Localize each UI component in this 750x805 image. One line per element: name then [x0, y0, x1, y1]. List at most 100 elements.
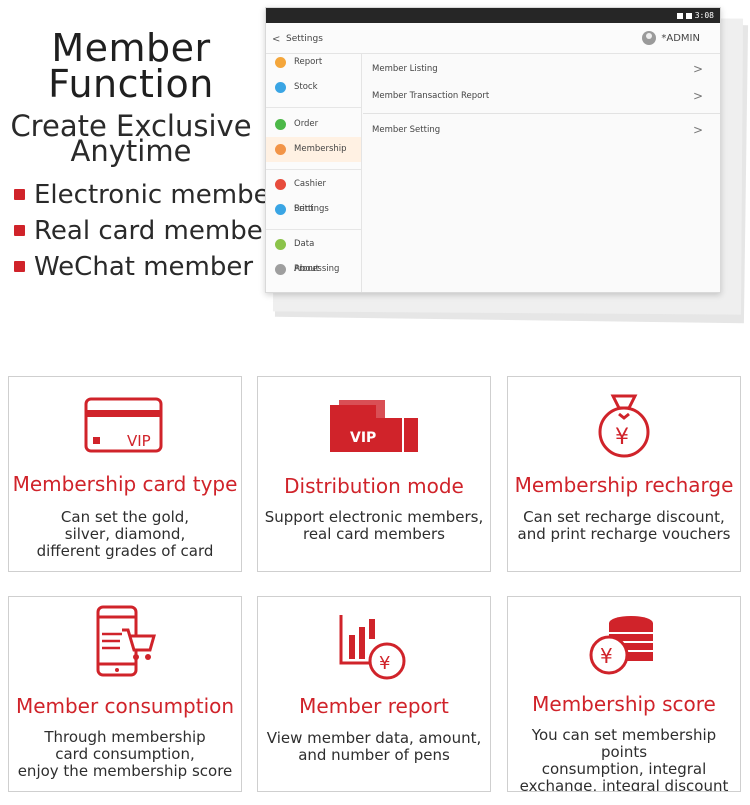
feature-item: Electronic member — [14, 177, 280, 213]
sidebar-item-label: Print — [294, 204, 314, 214]
card-desc-line: consumption, integral — [541, 760, 707, 778]
sidebar-item-label: Order — [294, 119, 319, 129]
vip-card-icon: VIP — [84, 397, 163, 453]
vip-label: VIP — [350, 430, 376, 446]
app-bar-title: Settings — [286, 34, 323, 44]
membership-icon — [275, 144, 286, 155]
sidebar-item-label: About — [294, 264, 320, 274]
card-title: Membership card type — [12, 472, 238, 496]
back-arrow-icon[interactable]: < — [272, 34, 280, 45]
card-description: View member data, amount, and number of … — [258, 730, 490, 764]
sidebar-item-report[interactable]: Report — [266, 50, 361, 75]
card-desc-line: enjoy the membership score — [17, 762, 233, 780]
settings-sidebar: Report Stock Order Membership Cashier Se… — [266, 54, 362, 292]
card-desc-line: exchange, integral discount — [519, 777, 729, 792]
card-desc-line: card consumption, — [55, 745, 195, 763]
sidebar-divider — [266, 100, 361, 108]
sidebar-divider — [266, 162, 361, 170]
status-bar: 3:08 — [266, 8, 720, 23]
card-description: Through membership card consumption, enj… — [9, 729, 241, 780]
card-desc-line: silver, diamond, — [64, 525, 186, 543]
stock-icon — [275, 82, 286, 93]
sidebar-item-about[interactable]: About — [266, 257, 361, 282]
feature-label: Electronic member — [34, 180, 281, 210]
yen-symbol: ¥ — [600, 644, 613, 668]
card-desc-line: Can set recharge discount, — [523, 508, 725, 526]
phone-cart-icon — [96, 605, 156, 677]
about-icon — [275, 264, 286, 275]
card-desc-line: You can set membership points — [531, 726, 717, 761]
yen-symbol: ¥ — [615, 425, 629, 450]
card-description: Can set recharge discount, and print rec… — [508, 509, 740, 543]
sidebar-item-stock[interactable]: Stock — [266, 75, 361, 100]
report-icon — [275, 57, 286, 68]
card-desc-line: View member data, amount, — [266, 729, 482, 747]
feature-list: Electronic member Real card member WeCha… — [0, 177, 280, 285]
feature-label: WeChat member — [34, 252, 254, 282]
status-time: 3:08 — [694, 11, 714, 20]
chevron-right-icon: > — [692, 62, 703, 76]
card-title: Member report — [299, 694, 449, 718]
user-avatar-icon — [642, 31, 657, 45]
promo-block: Member Function Create Exclusive Anytime… — [0, 26, 280, 285]
print-icon — [275, 204, 286, 215]
card-description: Support electronic members, real card me… — [258, 509, 490, 543]
card-desc-line: real card members — [302, 525, 445, 543]
row-member-transaction-report[interactable]: Member Transaction Report > — [363, 83, 720, 110]
order-icon — [275, 119, 286, 130]
promo-title: Member Function — [0, 26, 262, 106]
row-label: Member Setting — [372, 125, 441, 135]
content-divider — [363, 113, 720, 114]
bar-chart-coin-icon: ¥ — [339, 615, 406, 680]
settings-content: Member Listing > Member Transaction Repor… — [363, 54, 720, 292]
card-desc-line: and print recharge vouchers — [517, 525, 731, 543]
feature-card-score: ¥ Membership score You can set membershi… — [507, 596, 741, 792]
data-processing-icon — [275, 239, 286, 250]
feature-item: Real card member — [14, 213, 273, 249]
user-name: *ADMIN — [661, 33, 700, 44]
sidebar-item-label: Stock — [294, 82, 318, 92]
sidebar-divider — [266, 222, 361, 230]
feature-label: Real card member — [34, 216, 274, 246]
feature-card-card-type: VIP Membership card type Can set the gol… — [8, 376, 242, 572]
card-description: You can set membership points consumptio… — [508, 727, 740, 792]
bullet-icon — [14, 261, 25, 272]
card-title: Membership recharge — [514, 473, 734, 497]
promo-title-line1: Member — [51, 26, 211, 70]
cashier-icon — [275, 179, 286, 190]
money-bag-icon: ¥ — [598, 394, 650, 458]
card-desc-line: Through membership — [44, 728, 206, 746]
card-title: Distribution mode — [284, 474, 464, 498]
card-desc-line: different grades of card — [36, 542, 214, 560]
user-account[interactable]: *ADMIN — [642, 31, 700, 45]
sidebar-item-data-processing[interactable]: Data Processing — [266, 232, 361, 274]
vip-tickets-icon: VIP — [330, 400, 418, 452]
card-title: Member consumption — [15, 694, 235, 718]
battery-icon — [685, 12, 692, 19]
card-desc-line: Can set the gold, — [60, 508, 190, 526]
promo-title-line2: Function — [48, 62, 214, 106]
card-description: Can set the gold, silver, diamond, diffe… — [9, 509, 241, 560]
app-screenshot: 3:08 < Settings *ADMIN Report Stock Orde… — [265, 7, 721, 293]
card-title: Membership score — [532, 692, 716, 716]
yen-symbol: ¥ — [379, 653, 390, 674]
sidebar-item-label: Report — [294, 57, 323, 67]
chevron-right-icon: > — [692, 123, 703, 137]
row-label: Member Listing — [372, 64, 438, 74]
feature-card-consumption: Member consumption Through membership ca… — [8, 596, 242, 792]
vip-label: VIP — [127, 432, 151, 450]
wifi-icon — [676, 12, 683, 19]
feature-card-recharge: ¥ Membership recharge Can set recharge d… — [507, 376, 741, 572]
sidebar-item-label: Membership — [294, 144, 347, 154]
row-member-listing[interactable]: Member Listing > — [363, 56, 720, 83]
sidebar-item-order[interactable]: Order — [266, 112, 361, 137]
bullet-icon — [14, 225, 25, 236]
sidebar-item-cashier-settings[interactable]: Cashier Settings — [266, 172, 361, 214]
sidebar-item-print[interactable]: Print — [266, 197, 361, 222]
card-desc-line: and number of pens — [298, 746, 450, 764]
feature-card-distribution-mode: VIP Distribution mode Support electronic… — [257, 376, 491, 572]
coin-stack-icon: ¥ — [589, 616, 653, 675]
promo-subtitle: Create Exclusive Anytime — [0, 112, 262, 166]
sidebar-item-membership[interactable]: Membership — [266, 137, 361, 162]
row-member-setting[interactable]: Member Setting > — [363, 117, 720, 144]
